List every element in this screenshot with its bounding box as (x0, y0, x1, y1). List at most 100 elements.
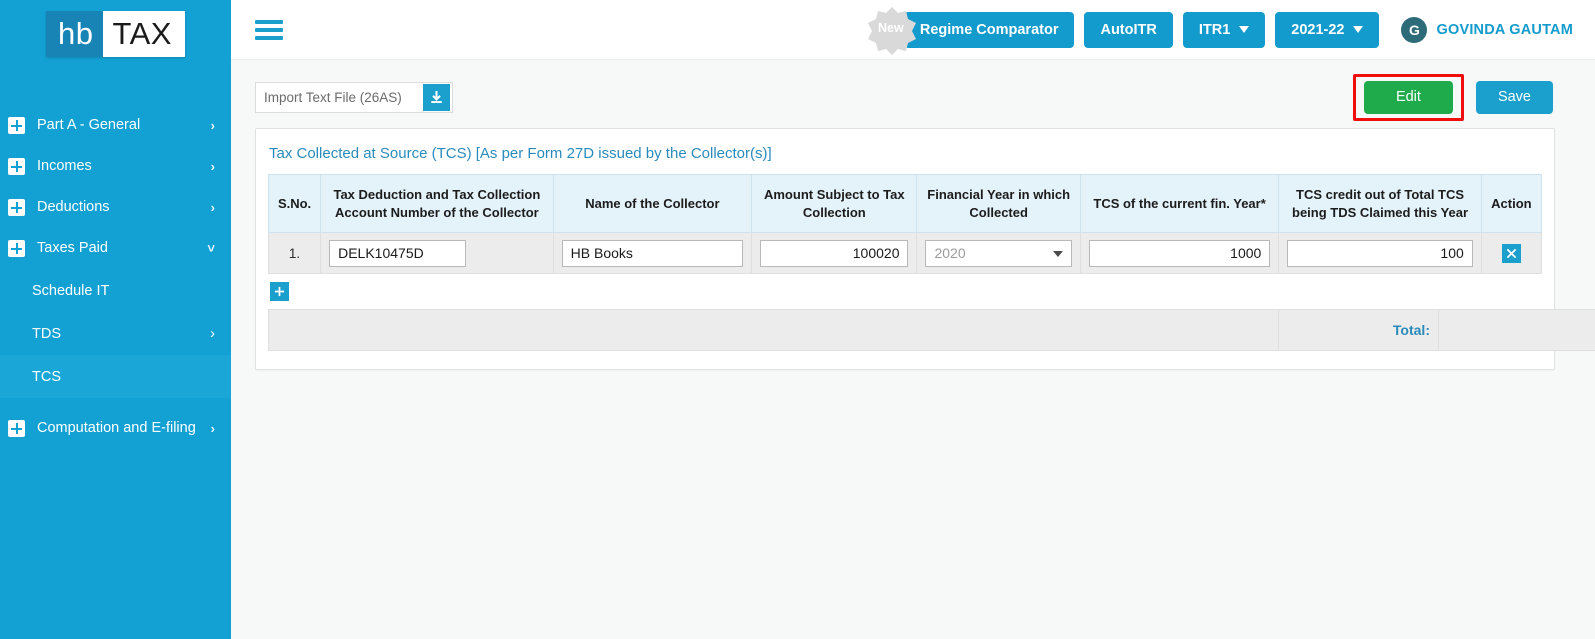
table-body: 1. DELK10475D HB Books 100020 2020 1000 … (267, 232, 1543, 275)
sidebar-subitem-label: Schedule IT (32, 282, 110, 299)
financial-year-select[interactable]: 2020 (925, 239, 1072, 267)
cell-sno: 1. (267, 232, 322, 275)
table-header: S.No. Tax Deduction and Tax Collection A… (267, 173, 1543, 234)
sidebar-item-part-a-general[interactable]: Part A - General › (0, 105, 231, 146)
import-text-file-field[interactable] (255, 81, 453, 113)
column-header-tcs-current-year: TCS of the current fin. Year* (1079, 173, 1280, 234)
edit-button[interactable]: Edit (1363, 80, 1453, 114)
avatar: G (1401, 16, 1428, 43)
user-name-label: GOVINDA GAUTAM (1436, 21, 1573, 38)
import-download-button[interactable] (423, 83, 450, 111)
tcs-credit-claimed-input[interactable] (1287, 239, 1473, 267)
close-icon (1506, 248, 1517, 258)
plus-square-icon (8, 199, 25, 216)
column-header-amount-subject: Amount Subject to Tax Collection (751, 173, 918, 234)
sidebar-item-label: Taxes Paid (37, 239, 108, 256)
save-button[interactable]: Save (1475, 80, 1553, 114)
cell-tcs-credit-claimed (1278, 232, 1482, 275)
tcs-panel: Tax Collected at Source (TCS) [As per Fo… (255, 128, 1595, 371)
sidebar-item-label: Deductions (37, 198, 110, 215)
plus-icon (274, 287, 285, 297)
hamburger-menu-icon[interactable] (255, 16, 283, 44)
table-row: 1. DELK10475D HB Books 100020 2020 1000 … (267, 232, 1543, 275)
tcs-totals-table: Total: 100 (268, 309, 1595, 352)
plus-square-icon (8, 158, 25, 175)
totals-row: Total: 100 (268, 309, 1595, 352)
top-bar-actions: New Regime Comparator AutoITR ITR1 2021-… (867, 6, 1573, 55)
sidebar-nav: Part A - General › Incomes › Deductions … (0, 105, 231, 449)
itr-form-label: ITR1 (1198, 21, 1231, 38)
sidebar-item-schedule-it[interactable]: Schedule IT (0, 269, 231, 312)
tan-input[interactable] (329, 239, 467, 267)
cell-amount-subject (751, 232, 918, 275)
edit-button-highlight: Edit (1352, 73, 1464, 121)
itr-form-dropdown[interactable]: ITR1 (1182, 11, 1266, 48)
sidebar-item-computation-and-e-filing[interactable]: Computation and E-filing › (0, 408, 231, 449)
sidebar: hb TAX Part A - General › Incomes › Dedu… (0, 0, 231, 639)
auto-itr-label: AutoITR (1100, 21, 1157, 38)
regime-comparator-button[interactable]: Regime Comparator (903, 11, 1075, 48)
sidebar-item-tcs[interactable]: TCS (0, 355, 231, 398)
sidebar-item-label: Computation and E-filing (37, 419, 196, 436)
sidebar-divider (0, 398, 231, 408)
chevron-down-icon: ˅ (207, 241, 215, 256)
add-row-button[interactable] (270, 282, 289, 302)
chevron-down-icon (1239, 26, 1250, 33)
cell-tcs-current-year (1079, 232, 1280, 275)
main-area: New Regime Comparator AutoITR ITR1 2021-… (231, 0, 1595, 639)
regime-comparator-wrap: New Regime Comparator (867, 6, 1075, 55)
chevron-right-icon: › (210, 325, 215, 342)
user-menu[interactable]: G GOVINDA GAUTAM (1401, 16, 1573, 43)
new-badge-label: New (878, 20, 904, 35)
cell-action (1480, 232, 1543, 275)
regime-comparator-label: Regime Comparator (919, 21, 1059, 38)
toolbar-row: Edit Save (255, 73, 1555, 121)
column-header-financial-year: Financial Year in which Collected (916, 173, 1081, 234)
column-header-collector-name: Name of the Collector (552, 173, 753, 234)
cell-financial-year: 2020 (916, 232, 1081, 275)
sidebar-item-deductions[interactable]: Deductions › (0, 187, 231, 228)
chevron-right-icon: › (210, 118, 215, 133)
tcs-table: S.No. Tax Deduction and Tax Collection A… (267, 173, 1543, 275)
content-area: Edit Save Tax Collected at Source (TCS) … (231, 60, 1595, 639)
sidebar-item-label: Incomes (37, 157, 92, 174)
amount-subject-input[interactable] (760, 239, 909, 267)
top-bar: New Regime Comparator AutoITR ITR1 2021-… (231, 0, 1595, 60)
delete-row-button[interactable] (1501, 243, 1521, 263)
sidebar-subitem-label: TCS (32, 368, 61, 385)
assessment-year-dropdown[interactable]: 2021-22 (1275, 11, 1380, 48)
import-text-file-input[interactable] (264, 89, 421, 105)
sidebar-item-incomes[interactable]: Incomes › (0, 146, 231, 187)
tcs-current-year-input[interactable] (1088, 239, 1271, 267)
edit-save-group: Edit Save (1352, 73, 1555, 121)
column-header-sno: S.No. (267, 173, 322, 234)
auto-itr-button[interactable]: AutoITR (1084, 11, 1173, 48)
column-header-tan: Tax Deduction and Tax Collection Account… (320, 173, 554, 234)
sidebar-subitem-label: TDS (32, 325, 61, 342)
page-title: Tax Collected at Source (TCS) [As per Fo… (269, 145, 772, 162)
total-label: Total: (1278, 309, 1439, 352)
cell-tan (320, 232, 554, 275)
chevron-right-icon: › (210, 421, 215, 436)
chevron-down-icon (1353, 26, 1364, 33)
sidebar-item-tds[interactable]: TDS › (0, 312, 231, 355)
chevron-right-icon: › (210, 200, 215, 215)
total-value: 100 (1438, 309, 1595, 352)
assessment-year-label: 2021-22 (1291, 21, 1345, 38)
column-header-action: Action (1480, 173, 1543, 234)
app-logo[interactable]: hb TAX (0, 0, 231, 60)
cell-collector-name (552, 232, 753, 275)
app-root: hb TAX Part A - General › Incomes › Dedu… (0, 0, 1595, 639)
logo-hb-text: hb (46, 11, 104, 57)
logo-tax-text: TAX (103, 11, 185, 57)
plus-square-icon (8, 117, 25, 134)
download-icon (431, 90, 442, 103)
chevron-right-icon: › (210, 159, 215, 174)
collector-name-input[interactable] (561, 239, 744, 267)
totals-blank (268, 309, 1279, 352)
sidebar-item-label: Part A - General (37, 116, 141, 133)
sidebar-item-taxes-paid[interactable]: Taxes Paid ˅ (0, 228, 231, 269)
column-header-tcs-credit-claimed: TCS credit out of Total TCS being TDS Cl… (1278, 173, 1482, 234)
table-header-row: S.No. Tax Deduction and Tax Collection A… (267, 173, 1543, 234)
plus-square-icon (8, 240, 25, 257)
